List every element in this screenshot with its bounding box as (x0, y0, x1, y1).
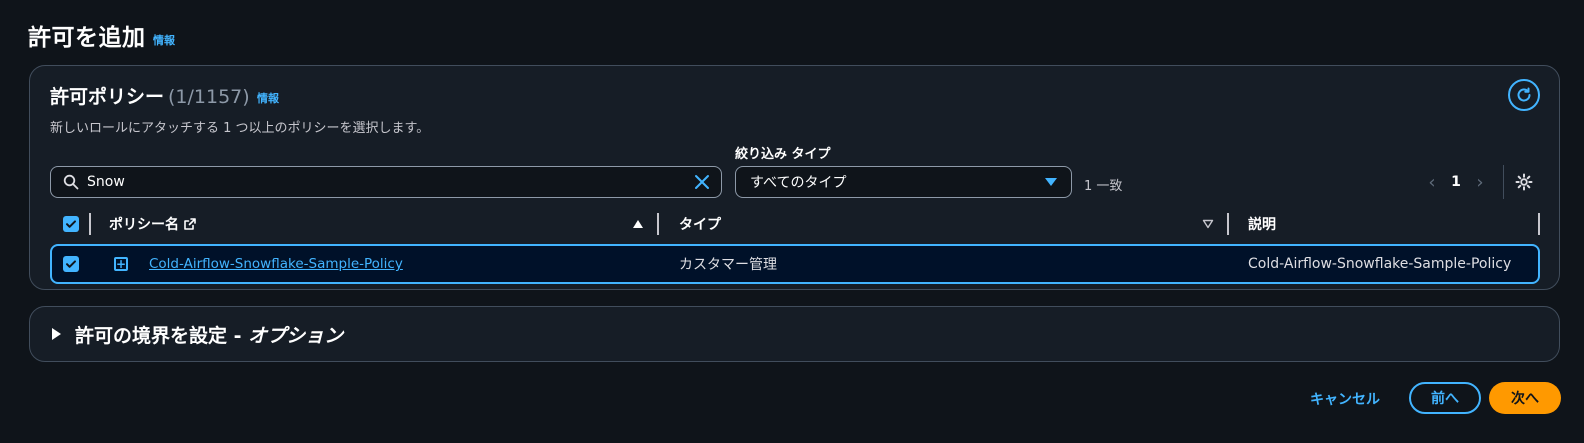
column-header-policy-name[interactable]: ポリシー名 (109, 209, 197, 239)
policy-name-cell: Cold-Airflow-Snowflake-Sample-Policy (149, 246, 403, 282)
row-checkbox[interactable] (63, 246, 79, 282)
column-separator (657, 213, 659, 235)
column-separator (89, 213, 91, 235)
page-info-link[interactable]: 情報 (153, 32, 175, 48)
permissions-boundary-expander[interactable]: 許可の境界を設定 - オプション (29, 306, 1560, 362)
permission-policies-container: 許可ポリシー (1/1157) 情報 新しいロールにアタッチする 1 つ以上のポリ… (29, 65, 1560, 290)
caret-right-icon (52, 328, 61, 340)
column-header-description[interactable]: 説明 (1248, 209, 1276, 239)
policies-title: 許可ポリシー (50, 86, 165, 108)
page-title: 許可を追加 (28, 25, 146, 51)
pagination: ‹ 1 › (1420, 170, 1492, 194)
checkbox-checked-icon (63, 216, 79, 232)
expand-row-button[interactable]: + (114, 246, 128, 282)
policy-name-link[interactable]: Cold-Airflow-Snowflake-Sample-Policy (149, 256, 403, 272)
policy-type-cell: カスタマー管理 (679, 257, 777, 273)
clear-search-icon[interactable] (693, 173, 711, 191)
caret-down-icon (1045, 178, 1057, 186)
column-separator (1227, 213, 1229, 235)
policies-info-link[interactable]: 情報 (257, 90, 279, 106)
checkbox-checked-icon (63, 256, 79, 272)
table-row[interactable]: + Cold-Airflow-Snowflake-Sample-Policy カ… (50, 244, 1540, 284)
cancel-button[interactable]: キャンセル (1310, 389, 1380, 409)
chevron-left-icon[interactable]: ‹ (1420, 170, 1444, 194)
external-link-icon (184, 218, 196, 230)
sort-descending-outline-icon[interactable] (1202, 209, 1214, 239)
permissions-boundary-title: 許可の境界を設定 - オプション (75, 324, 344, 347)
match-count: 1 一致 (1084, 179, 1123, 194)
search-input[interactable] (87, 174, 693, 190)
column-separator (1538, 213, 1540, 235)
sort-ascending-icon[interactable] (633, 209, 643, 239)
filter-type-label: 絞り込み タイプ (735, 147, 831, 162)
plus-square-icon: + (114, 257, 128, 271)
settings-gear-icon[interactable] (1514, 172, 1534, 192)
chevron-right-icon[interactable]: › (1468, 170, 1492, 194)
pager-divider (1503, 165, 1504, 199)
search-icon (63, 174, 79, 190)
policy-description-cell: Cold-Airflow-Snowflake-Sample-Policy (1248, 256, 1512, 272)
policies-header: 許可ポリシー (1/1157) (50, 82, 250, 109)
table-header: ポリシー名 タイプ 説明 (50, 209, 1540, 239)
type-filter-select[interactable]: すべてのタイプ (735, 166, 1072, 198)
refresh-icon (1517, 87, 1531, 102)
type-header-label: タイプ (679, 217, 721, 233)
column-header-type[interactable]: タイプ (679, 209, 721, 239)
policies-count: (1/1157) (168, 86, 250, 108)
policies-description: 新しいロールにアタッチする 1 つ以上のポリシーを選択します。 (50, 121, 430, 136)
type-filter-value: すべてのタイプ (750, 175, 847, 191)
current-page-number[interactable]: 1 (1444, 174, 1468, 190)
search-field[interactable] (50, 166, 722, 198)
policy-name-header-label: ポリシー名 (109, 217, 179, 233)
description-header-label: 説明 (1248, 217, 1276, 233)
select-all-checkbox[interactable] (63, 209, 79, 239)
page: 許可を追加 情報 許可ポリシー (1/1157) 情報 新しいロールにアタッチする… (0, 0, 1584, 443)
refresh-button[interactable] (1508, 79, 1540, 111)
previous-button[interactable]: 前へ (1409, 382, 1481, 414)
next-button[interactable]: 次へ (1489, 382, 1561, 414)
